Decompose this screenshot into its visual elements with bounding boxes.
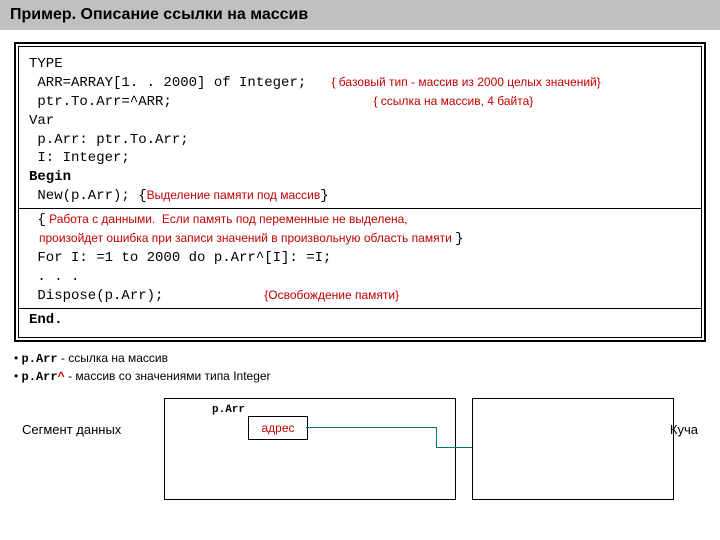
- connector-line: [306, 427, 436, 428]
- bullet-text: - массив со значениями типа Integer: [65, 369, 271, 383]
- code-comment: {Освобождение памяти}: [264, 288, 399, 302]
- parr-label: p.Arr: [212, 404, 245, 416]
- code-comment: { базовый тип - массив из 2000 целых зна…: [331, 75, 600, 89]
- code-line: Var: [29, 113, 54, 129]
- bullet-mono: p.Arr: [22, 352, 58, 366]
- heap-label: Куча: [670, 422, 698, 437]
- heap-box: [472, 398, 674, 500]
- bullet-item: • p.Arr^ - массив со значениями типа Int…: [14, 368, 706, 386]
- code-comment: Работа с данными. Если память под переме…: [46, 212, 408, 226]
- code-line: p.Arr: ptr.To.Arr;: [29, 132, 189, 148]
- code-line: }: [455, 231, 463, 247]
- code-line: New(p.Arr); {: [29, 188, 147, 204]
- code-keyword: End.: [29, 312, 63, 328]
- connector-line: [436, 447, 472, 448]
- code-comment: произойдет ошибка при записи значений в …: [29, 231, 455, 245]
- code-box-outer: TYPE ARR=ARRAY[1. . 2000] of Integer; { …: [14, 42, 706, 342]
- code-line: For I: =1 to 2000 do p.Arr^[I]: =I;: [29, 250, 331, 266]
- bullet-item: • p.Arr - ссылка на массив: [14, 350, 706, 368]
- code-line: . . .: [29, 269, 79, 285]
- code-line: }: [320, 188, 328, 204]
- code-line: {: [29, 212, 46, 228]
- code-line: I: Integer;: [29, 150, 130, 166]
- segment-box: [164, 398, 456, 500]
- code-line: Dispose(p.Arr);: [29, 288, 163, 304]
- memory-diagram: Сегмент данных p.Arr адрес Куча: [14, 394, 706, 514]
- slide-title: Пример. Описание ссылки на массив: [0, 0, 720, 30]
- code-comment: Выделение памяти под массив: [147, 188, 321, 202]
- bullet-mono: p.Arr: [22, 370, 58, 384]
- bullet-text: - ссылка на массив: [58, 351, 168, 365]
- segment-label: Сегмент данных: [22, 422, 121, 437]
- code-box: TYPE ARR=ARRAY[1. . 2000] of Integer; { …: [18, 46, 702, 338]
- caret-symbol: ^: [58, 370, 65, 384]
- bullet-list: • p.Arr - ссылка на массив • p.Arr^ - ма…: [14, 350, 706, 386]
- code-line: TYPE: [29, 56, 63, 72]
- address-box: адрес: [248, 416, 308, 440]
- code-comment: { ссылка на массив, 4 байта}: [373, 94, 533, 108]
- code-line: ptr.To.Arr=^ARR;: [29, 94, 172, 110]
- connector-line: [436, 427, 437, 447]
- code-line: ARR=ARRAY[1. . 2000] of Integer;: [29, 75, 306, 91]
- code-keyword: Begin: [29, 169, 71, 185]
